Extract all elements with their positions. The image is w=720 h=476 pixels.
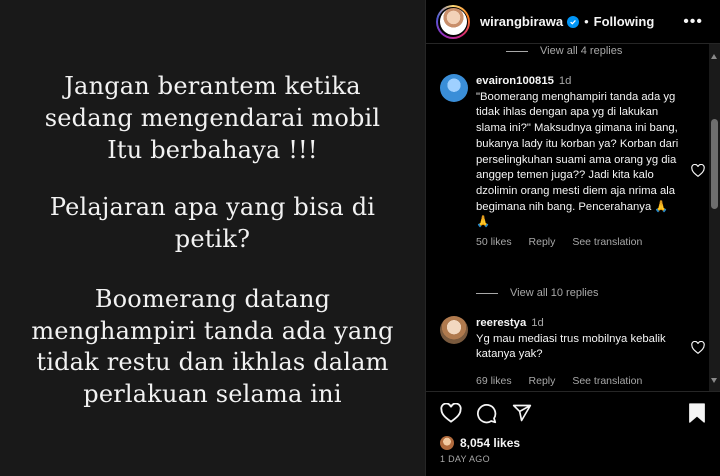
author-avatar[interactable] <box>436 4 470 39</box>
post-text-paragraph-1: Jangan berantem ketika sedang mengendara… <box>44 72 381 164</box>
comment-like-icon[interactable] <box>691 163 705 182</box>
likes-row[interactable]: 8,054 likes <box>440 436 520 450</box>
post-text-paragraph-3: Boomerang datang menghampiri tanda ada y… <box>31 284 394 408</box>
scroll-down-arrow-icon[interactable] <box>711 378 717 383</box>
comment-likes[interactable]: 69 likes <box>476 375 512 387</box>
commenter-avatar[interactable] <box>440 74 468 102</box>
view-replies-button[interactable]: View all 4 replies <box>506 45 622 57</box>
reply-button[interactable]: Reply <box>529 236 556 248</box>
comments-panel: wirangbirawa • Following ••• View all 4 … <box>425 0 720 476</box>
comment-like-icon[interactable] <box>691 340 705 359</box>
comment-meta: 69 likes Reply See translation <box>476 375 705 387</box>
post-actions: 8,054 likes 1 DAY AGO <box>426 391 720 476</box>
bookmark-icon[interactable] <box>688 403 706 428</box>
commenter-avatar[interactable] <box>440 316 468 344</box>
header-separator: • <box>584 14 589 29</box>
comment-meta: 50 likes Reply See translation <box>476 236 705 248</box>
post-date[interactable]: 1 DAY AGO <box>440 454 490 464</box>
comment-text: "Boomerang menghampiri tanda ada yg tida… <box>476 90 679 229</box>
comment: reerestya 1d Yg mau mediasi trus mobilnya… <box>440 316 705 387</box>
scroll-up-arrow-icon[interactable] <box>711 54 717 59</box>
following-button[interactable]: Following <box>594 14 655 29</box>
comment-icon[interactable] <box>476 403 497 429</box>
commenter-username[interactable]: reerestya <box>476 317 526 329</box>
liker-avatar <box>440 436 454 450</box>
scrollbar-thumb[interactable] <box>711 119 718 209</box>
see-translation-button[interactable]: See translation <box>572 375 642 387</box>
post-header: wirangbirawa • Following ••• <box>426 0 720 44</box>
commenter-username[interactable]: evairon100815 <box>476 75 554 87</box>
comment-likes[interactable]: 50 likes <box>476 236 512 248</box>
share-icon[interactable] <box>512 403 532 428</box>
comment-time: 1d <box>531 317 544 329</box>
likes-count[interactable]: 8,054 likes <box>460 436 520 450</box>
comment-text: Yg mau mediasi trus mobilnya kebalik kat… <box>476 332 666 361</box>
author-username[interactable]: wirangbirawa <box>480 14 563 29</box>
post-text-paragraph-2: Pelajaran apa yang bisa di petik? <box>49 193 376 254</box>
verified-badge-icon <box>567 15 580 28</box>
comment: evairon100815 1d "Boomerang menghampiri t… <box>440 74 705 248</box>
see-translation-button[interactable]: See translation <box>572 236 642 248</box>
reply-button[interactable]: Reply <box>529 375 556 387</box>
comments-list[interactable]: View all 4 replies evairon100815 1d "Boom… <box>426 44 720 391</box>
heart-icon[interactable] <box>440 402 462 428</box>
scrollbar[interactable] <box>709 44 720 391</box>
post-image: Jangan berantem ketika sedang mengendara… <box>0 0 425 476</box>
view-replies-button[interactable]: View all 10 replies <box>476 287 598 299</box>
comment-time: 1d <box>558 75 572 87</box>
more-options-icon[interactable]: ••• <box>683 13 703 31</box>
